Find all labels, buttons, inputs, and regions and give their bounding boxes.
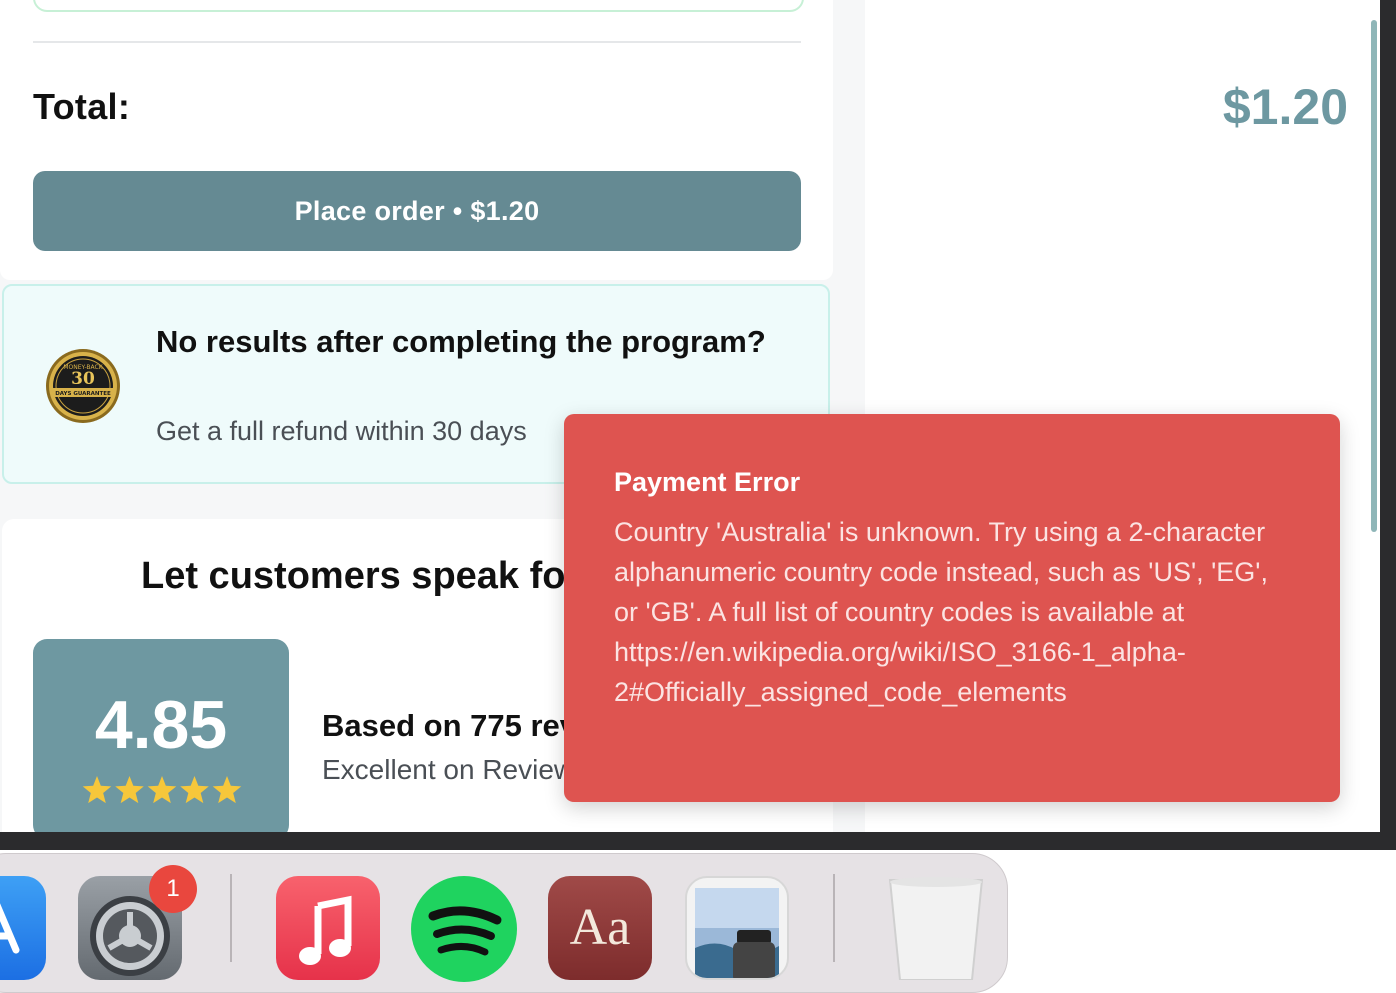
divider	[33, 41, 801, 43]
badge-bottom-text: DAYS GUARANTEE	[55, 391, 111, 397]
error-message: Country 'Australia' is unknown. Try usin…	[614, 517, 1268, 707]
preview-icon[interactable]	[685, 876, 789, 980]
scrollbar-thumb[interactable]	[1371, 20, 1377, 532]
star-icon	[180, 776, 209, 804]
rating-stars	[82, 776, 242, 804]
total-value: $1.20	[1222, 79, 1348, 135]
star-icon	[147, 776, 177, 804]
dock-separator	[230, 874, 232, 962]
promo-box	[33, 0, 804, 12]
spotify-icon[interactable]	[411, 876, 517, 982]
reviews-heading: Let customers speak for us	[141, 555, 636, 597]
total-label: Total:	[33, 86, 131, 127]
star-icon	[115, 776, 144, 804]
dictionary-label: Aa	[569, 899, 631, 956]
trash-icon[interactable]	[884, 876, 988, 980]
browser-window: Total: $1.20 Place order • $1.20 MONEY-B…	[0, 0, 1380, 832]
app-store-icon[interactable]	[0, 876, 46, 980]
money-back-badge-icon: MONEY-BACK 30 DAYS GUARANTEE	[46, 349, 120, 423]
notification-badge: 1	[149, 865, 197, 913]
dock-separator	[833, 874, 835, 962]
music-icon[interactable]	[276, 876, 380, 980]
guarantee-title: No results after completing the program?	[156, 324, 766, 359]
rating-value: 4.85	[94, 687, 228, 763]
star-icon	[212, 776, 242, 804]
payment-error-toast[interactable]: Payment Error Country 'Australia' is unk…	[564, 414, 1340, 802]
window-frame-bottom	[0, 832, 1396, 850]
place-order-button[interactable]: Place order • $1.20	[33, 171, 801, 251]
badge-number: 30	[71, 369, 95, 389]
error-title: Payment Error	[614, 467, 801, 497]
window-frame	[1380, 0, 1396, 850]
star-icon	[82, 776, 112, 804]
